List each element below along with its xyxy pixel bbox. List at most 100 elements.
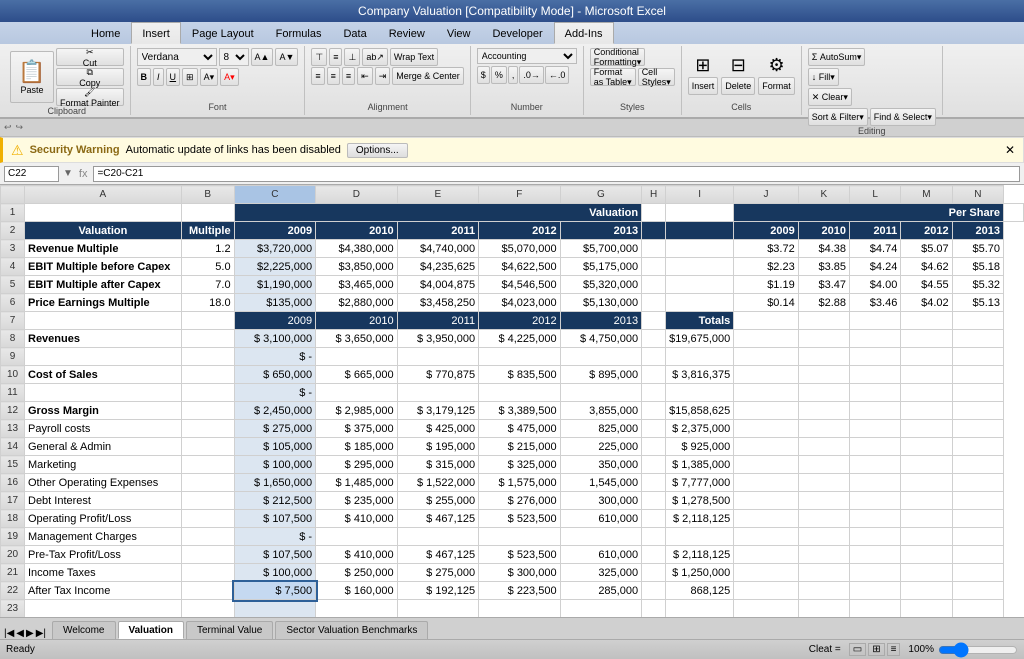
table-cell[interactable]: $ 192,125	[397, 582, 479, 600]
table-cell[interactable]: After Tax Income	[25, 582, 182, 600]
table-cell[interactable]: $ 315,000	[397, 456, 479, 474]
tab-nav-next[interactable]: ▶	[26, 628, 34, 639]
table-cell[interactable]: $3,720,000	[234, 240, 316, 258]
options-button[interactable]: Options...	[347, 143, 408, 158]
close-warning-button[interactable]: ✕	[1005, 143, 1015, 157]
table-cell[interactable]: $3.85	[798, 258, 849, 276]
row-header[interactable]: 18	[1, 510, 25, 528]
table-cell[interactable]: $ 650,000	[234, 366, 316, 384]
table-cell[interactable]: $ 300,000	[479, 564, 561, 582]
font-name-select[interactable]: Verdana	[137, 48, 217, 66]
table-cell[interactable]: EBIT Multiple after Capex	[25, 276, 182, 294]
paste-button[interactable]: 📋 Paste	[10, 51, 54, 103]
tab-formulas[interactable]: Formulas	[265, 22, 333, 44]
table-cell[interactable]	[952, 402, 1003, 420]
table-cell[interactable]: $5,320,000	[560, 276, 642, 294]
tab-pagelayout[interactable]: Page Layout	[181, 22, 265, 44]
table-cell[interactable]	[666, 528, 734, 546]
table-cell[interactable]: $5.13	[952, 294, 1003, 312]
align-center-button[interactable]: ≡	[327, 67, 340, 85]
table-cell[interactable]	[850, 420, 901, 438]
table-cell[interactable]	[952, 546, 1003, 564]
italic-button[interactable]: I	[153, 68, 164, 86]
align-left-button[interactable]: ≡	[311, 67, 324, 85]
table-cell[interactable]: $ 1,385,000	[666, 456, 734, 474]
table-cell[interactable]: Income Taxes	[25, 564, 182, 582]
table-cell[interactable]	[181, 384, 234, 402]
table-cell[interactable]	[397, 528, 479, 546]
table-cell[interactable]	[181, 366, 234, 384]
table-cell[interactable]: 1.2	[181, 240, 234, 258]
table-cell[interactable]: $ 275,000	[234, 420, 316, 438]
table-cell[interactable]	[850, 438, 901, 456]
table-cell[interactable]: $ 665,000	[316, 366, 398, 384]
table-cell[interactable]	[952, 528, 1003, 546]
sheet-tab-valuation[interactable]: Valuation	[118, 621, 184, 639]
table-cell[interactable]: $ 2,118,125	[666, 510, 734, 528]
table-cell[interactable]: $ 410,000	[316, 510, 398, 528]
row-header[interactable]: 4	[1, 258, 25, 276]
table-cell[interactable]: $5,700,000	[560, 240, 642, 258]
table-cell[interactable]: $3,458,250	[397, 294, 479, 312]
table-cell[interactable]	[666, 258, 734, 276]
table-cell[interactable]: Marketing	[25, 456, 182, 474]
row-header[interactable]: 10	[1, 366, 25, 384]
table-cell[interactable]: $4.02	[901, 294, 952, 312]
table-cell[interactable]: $ 185,000	[316, 438, 398, 456]
table-cell[interactable]	[901, 492, 952, 510]
row-header[interactable]: 11	[1, 384, 25, 402]
find-select-button[interactable]: Find & Select▾	[870, 108, 936, 126]
table-cell[interactable]	[181, 492, 234, 510]
row-header[interactable]: 6	[1, 294, 25, 312]
row-header[interactable]: 21	[1, 564, 25, 582]
table-cell[interactable]	[181, 456, 234, 474]
table-cell[interactable]: $ 1,278,500	[666, 492, 734, 510]
table-cell[interactable]	[952, 420, 1003, 438]
table-cell[interactable]	[734, 492, 798, 510]
table-cell[interactable]: $ 375,000	[316, 420, 398, 438]
align-middle-button[interactable]: ≡	[329, 48, 342, 66]
table-cell[interactable]: $ 523,500	[479, 546, 561, 564]
table-cell[interactable]	[234, 600, 316, 618]
table-cell[interactable]	[901, 330, 952, 348]
table-cell[interactable]	[850, 384, 901, 402]
table-cell[interactable]: $ 275,000	[397, 564, 479, 582]
tab-addins[interactable]: Add-Ins	[554, 22, 614, 44]
table-cell[interactable]: 2013	[560, 222, 642, 240]
table-cell[interactable]	[850, 456, 901, 474]
table-cell[interactable]	[798, 474, 849, 492]
table-cell[interactable]	[734, 330, 798, 348]
table-cell[interactable]: $ 895,000	[560, 366, 642, 384]
row-header[interactable]: 15	[1, 456, 25, 474]
table-cell[interactable]: 610,000	[560, 546, 642, 564]
row-header[interactable]: 2	[1, 222, 25, 240]
table-cell[interactable]: $ 4,225,000	[479, 330, 561, 348]
table-cell[interactable]: $5.32	[952, 276, 1003, 294]
table-cell[interactable]: $2,225,000	[234, 258, 316, 276]
redo-icon[interactable]: ↪	[16, 122, 24, 133]
table-cell[interactable]: $ 325,000	[479, 456, 561, 474]
col-header-n[interactable]: N	[952, 186, 1003, 204]
align-right-button[interactable]: ≡	[342, 67, 355, 85]
table-cell[interactable]	[316, 384, 398, 402]
table-cell[interactable]: Totals	[666, 312, 734, 330]
table-cell[interactable]	[25, 384, 182, 402]
col-header-d[interactable]: D	[316, 186, 398, 204]
table-cell[interactable]: $0.14	[734, 294, 798, 312]
table-cell[interactable]	[952, 330, 1003, 348]
table-cell[interactable]	[181, 420, 234, 438]
insert-button[interactable]: Insert	[688, 77, 719, 95]
table-cell[interactable]: $4.38	[798, 240, 849, 258]
table-cell[interactable]	[181, 348, 234, 366]
table-cell[interactable]: $5,175,000	[560, 258, 642, 276]
table-cell[interactable]	[901, 420, 952, 438]
table-cell[interactable]: $ 467,125	[397, 546, 479, 564]
tab-review[interactable]: Review	[378, 22, 436, 44]
table-cell[interactable]: $ 4,750,000	[560, 330, 642, 348]
table-cell[interactable]	[734, 456, 798, 474]
table-cell[interactable]	[952, 600, 1003, 618]
table-cell[interactable]: Operating Profit/Loss	[25, 510, 182, 528]
table-cell[interactable]: 610,000	[560, 510, 642, 528]
table-cell[interactable]: $ 100,000	[234, 564, 316, 582]
table-cell[interactable]	[181, 546, 234, 564]
